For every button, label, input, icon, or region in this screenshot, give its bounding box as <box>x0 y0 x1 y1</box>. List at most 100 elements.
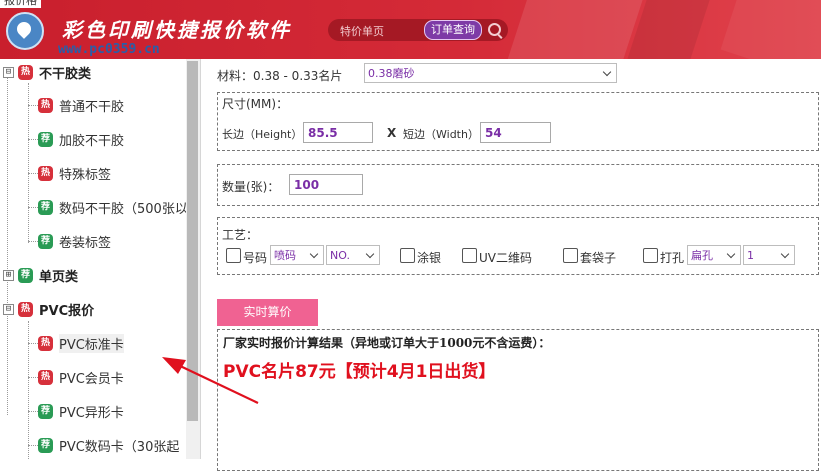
number-type-value: 喷码 <box>274 249 296 262</box>
quote-form: 材料：0.38 - 0.33名片 0.38磨砂 尺寸(MM)： 长边（Heigh… <box>201 59 821 471</box>
tree-item-label: PVC数码卡（30张起 <box>59 439 180 455</box>
sleeve-checkbox[interactable] <box>563 248 578 263</box>
window-title-fragment: 报价格 <box>0 0 41 8</box>
short-side-label: 短边（Width） <box>403 128 479 141</box>
watermark-text: www.pc0359.cn <box>58 42 160 57</box>
sleeve-label: 套袋子 <box>580 251 617 265</box>
recommend-badge-icon: 荐 <box>38 437 53 453</box>
tree-guide-line <box>7 75 8 415</box>
calculate-price-button[interactable]: 实时算价 <box>217 299 318 326</box>
silver-checkbox[interactable] <box>400 248 415 263</box>
header-decoration <box>720 0 821 59</box>
hot-badge-icon: 热 <box>38 369 53 385</box>
category-tree: ⊟ 热 不干胶类 热 普通不干胶 荐 加胶不干胶 热 特殊标签 荐 数码不干胶（… <box>0 59 201 459</box>
chevron-down-icon <box>365 249 375 259</box>
sidebar-scroll-thumb[interactable] <box>187 61 198 421</box>
tree-guide-line <box>28 445 38 446</box>
quantity-input[interactable]: 100 <box>289 174 363 195</box>
hot-badge-icon: 热 <box>38 335 53 351</box>
short-side-input[interactable]: 54 <box>480 122 551 143</box>
number-format-value: NO. <box>330 249 350 262</box>
recommend-badge-icon: 荐 <box>18 267 33 283</box>
punch-count-value: 1 <box>747 249 754 262</box>
tree-item-roll-label[interactable]: 荐 卷装标签 <box>38 229 111 253</box>
tree-item-label: 特殊标签 <box>59 167 112 183</box>
tree-guide-line <box>28 207 38 208</box>
uv-qrcode-checkbox[interactable] <box>462 248 477 263</box>
number-label: 号码 <box>243 251 268 265</box>
tree-category-label: 不干胶类 <box>39 66 92 82</box>
tree-item-special-label[interactable]: 热 特殊标签 <box>38 161 111 185</box>
chevron-down-icon <box>780 249 790 259</box>
chevron-down-icon <box>602 67 612 77</box>
tree-guide-line <box>28 377 38 378</box>
tree-category-label: PVC报价 <box>39 303 95 319</box>
app-title: 彩色印刷快捷报价软件 <box>62 18 292 42</box>
result-title: 厂家实时报价计算结果（异地或订单大于1000元不含运费）： <box>223 336 551 350</box>
punch-label: 打孔 <box>660 251 685 265</box>
tree-guide-line <box>28 321 29 459</box>
expand-icon[interactable]: ⊞ <box>3 269 14 281</box>
search-input[interactable] <box>338 21 420 41</box>
collapse-icon[interactable]: ⊟ <box>3 303 14 315</box>
tree-item-label: 加胶不干胶 <box>59 133 125 149</box>
tree-item-label: 数码不干胶（500张以 <box>59 201 188 217</box>
punch-count-select[interactable]: 1 <box>743 245 795 265</box>
tree-item-pvc-shaped-card[interactable]: 荐 PVC异形卡 <box>38 399 124 423</box>
hot-badge-icon: 热 <box>18 301 33 317</box>
craft-label: 工艺： <box>222 228 259 242</box>
collapse-icon[interactable]: ⊟ <box>3 66 14 78</box>
recommend-badge-icon: 荐 <box>38 199 53 215</box>
punch-checkbox[interactable] <box>643 248 658 263</box>
tree-guide-line <box>28 83 29 243</box>
punch-type-select[interactable]: 扁孔 <box>687 245 741 265</box>
hot-badge-icon: 热 <box>18 64 33 80</box>
material-label: 材料：0.38 - 0.33名片 <box>217 69 343 83</box>
recommend-badge-icon: 荐 <box>38 403 53 419</box>
tree-guide-line <box>28 241 38 242</box>
material-select[interactable]: 0.38磨砂 <box>364 63 617 83</box>
number-format-select[interactable]: NO. <box>326 245 380 265</box>
chevron-down-icon <box>309 249 319 259</box>
recommend-badge-icon: 荐 <box>38 131 53 147</box>
tree-item-glued-sticker[interactable]: 荐 加胶不干胶 <box>38 127 124 151</box>
search-icon[interactable] <box>488 23 501 36</box>
tree-item-label: 普通不干胶 <box>59 99 125 115</box>
tree-item-normal-sticker[interactable]: 热 普通不干胶 <box>38 93 124 117</box>
header-decoration <box>504 0 646 59</box>
punch-type-value: 扁孔 <box>691 249 713 262</box>
tree-item-label: PVC异形卡 <box>59 405 124 421</box>
times-sign: X <box>387 126 397 140</box>
tree-category-pvc[interactable]: ⊟ 热 PVC报价 <box>3 297 94 321</box>
tree-item-pvc-member-card[interactable]: 热 PVC会员卡 <box>38 365 124 389</box>
material-select-value: 0.38磨砂 <box>368 67 415 80</box>
number-type-select[interactable]: 喷码 <box>270 245 324 265</box>
quantity-label: 数量(张)： <box>222 180 280 194</box>
tree-category-sticker[interactable]: ⊟ 热 不干胶类 <box>3 60 91 84</box>
recommend-badge-icon: 荐 <box>38 233 53 249</box>
tree-item-digital-sticker[interactable]: 荐 数码不干胶（500张以 <box>38 195 188 219</box>
uv-qrcode-label: UV二维码 <box>479 251 532 265</box>
hot-badge-icon: 热 <box>38 97 53 113</box>
size-label: 尺寸(MM)： <box>222 97 289 111</box>
tree-item-label: 卷装标签 <box>59 235 112 251</box>
tree-guide-line <box>28 411 38 412</box>
tree-guide-line <box>28 139 38 140</box>
chevron-down-icon <box>726 249 736 259</box>
header-decoration <box>627 0 713 59</box>
long-side-input[interactable]: 85.5 <box>303 122 373 143</box>
tree-guide-line <box>28 343 38 344</box>
order-query-button[interactable]: 订单查询 <box>424 20 482 40</box>
long-side-label: 长边（Height） <box>222 128 303 141</box>
silver-label: 涂银 <box>417 251 442 265</box>
tree-category-label: 单页类 <box>39 269 79 285</box>
tree-guide-line <box>28 105 38 106</box>
number-checkbox[interactable] <box>226 248 241 263</box>
tree-item-label: PVC会员卡 <box>59 371 124 387</box>
tree-item-pvc-standard-card[interactable]: 热 PVC标准卡 <box>38 331 124 355</box>
tree-category-flyer[interactable]: ⊞ 荐 单页类 <box>3 263 78 287</box>
hot-badge-icon: 热 <box>38 165 53 181</box>
tree-item-pvc-digital-card[interactable]: 荐 PVC数码卡（30张起 <box>38 433 179 457</box>
tree-guide-line <box>28 173 38 174</box>
result-price-text: PVC名片87元【预计4月1日出货】 <box>223 362 496 382</box>
